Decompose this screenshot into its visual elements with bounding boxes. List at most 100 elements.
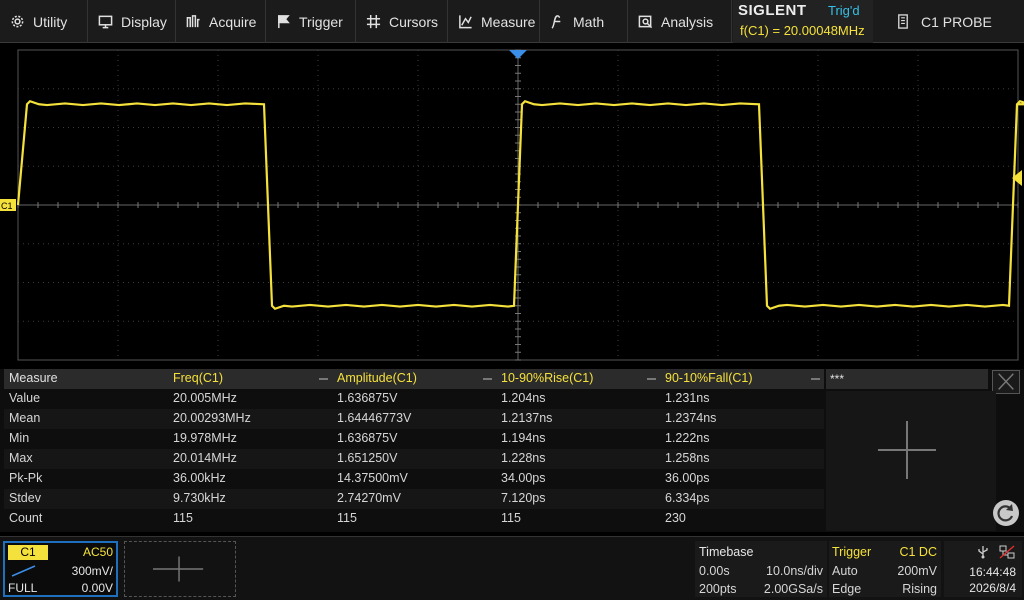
- measure-value: 6.334ps: [665, 491, 710, 505]
- column-menu-icon[interactable]: [319, 378, 328, 380]
- channel-1-marker-label: C1: [1, 201, 13, 211]
- measure-parameter-header: Amplitude(C1): [337, 371, 417, 385]
- measure-extra-header: ***: [826, 369, 988, 389]
- measure-value: 1.194ns: [501, 431, 546, 445]
- channel-1-offset: 0.00V: [81, 581, 113, 595]
- menu-display[interactable]: Display: [88, 0, 176, 43]
- measure-value: 230: [665, 511, 686, 525]
- menu-utility[interactable]: Utility: [0, 0, 88, 43]
- channel-1-scale: 300mV/: [71, 564, 113, 578]
- table-row: Min 19.978MHz 1.636875V 1.194ns 1.222ns: [4, 429, 824, 449]
- table-row: Mean 20.00293MHz 1.64446773V 1.2137ns 1.2374…: [4, 409, 824, 429]
- measure-value: 20.005MHz: [173, 391, 237, 405]
- trigger-type: Edge: [832, 582, 862, 596]
- add-measurement-area[interactable]: [826, 391, 996, 531]
- measure-value: 1.222ns: [665, 431, 710, 445]
- menu-utility-label: Utility: [33, 13, 68, 30]
- column-menu-icon[interactable]: [811, 378, 820, 380]
- network-icon: [999, 545, 1015, 559]
- menu-math-label: Math: [573, 13, 605, 30]
- measure-parameter-header: 10-90%Rise(C1): [501, 371, 594, 385]
- close-icon: [998, 373, 1014, 390]
- stat-label: Stdev: [9, 491, 41, 505]
- clock-date: 2026/8/4: [969, 581, 1016, 595]
- trigger-level: 200mV: [897, 564, 937, 578]
- measure-value: 14.37500mV: [337, 471, 408, 485]
- analysis-icon: [638, 15, 653, 29]
- timebase-title: Timebase: [699, 545, 754, 559]
- stat-label: Mean: [9, 411, 41, 425]
- trigger-status: Trig'd: [828, 3, 860, 18]
- gear-icon: [11, 15, 24, 28]
- brand-logo: SIGLENT: [738, 2, 807, 19]
- measure-value: 1.231ns: [665, 391, 710, 405]
- table-row: Max 20.014MHz 1.651250V 1.228ns 1.258ns: [4, 449, 824, 469]
- timebase-panel[interactable]: Timebase 0.00s 10.0ns/div 200pts 2.00GSa…: [695, 541, 827, 597]
- timebase-scale: 10.0ns/div: [766, 564, 823, 578]
- cursors-icon: [366, 14, 381, 29]
- measure-value: 2.74270mV: [337, 491, 401, 505]
- measure-value: 1.651250V: [337, 451, 398, 465]
- probe-label: C1 PROBE: [921, 13, 992, 30]
- measure-value: 20.014MHz: [173, 451, 237, 465]
- measure-value: 1.2374ns: [665, 411, 717, 425]
- monitor-icon: [98, 15, 113, 29]
- plus-icon: [153, 556, 204, 582]
- menu-measure[interactable]: Measure: [448, 0, 540, 43]
- timebase-points: 200pts: [699, 582, 737, 596]
- menu-acquire-label: Acquire: [209, 13, 257, 30]
- measure-value: 115: [173, 511, 193, 525]
- table-row: Pk-Pk 36.00kHz 14.37500mV 34.00ps 36.00ps: [4, 469, 824, 489]
- plus-icon: [878, 421, 936, 479]
- rotate-button[interactable]: [993, 500, 1019, 526]
- stat-label: Value: [9, 391, 41, 405]
- menu-cursors[interactable]: Cursors: [356, 0, 448, 43]
- menu-display-label: Display: [121, 13, 167, 30]
- probe-icon: [898, 14, 908, 29]
- add-channel-button[interactable]: [124, 541, 236, 597]
- stat-label: Min: [9, 431, 30, 445]
- table-row: Value 20.005MHz 1.636875V 1.204ns 1.231ns: [4, 389, 824, 409]
- usb-icon: [978, 546, 988, 559]
- table-row: Stdev 9.730kHz 2.74270mV 7.120ps 6.334ps: [4, 489, 824, 509]
- trigger-slope: Rising: [902, 582, 937, 596]
- measure-parameter-header: 90-10%Fall(C1): [665, 371, 753, 385]
- channel-probe-icon: [11, 565, 36, 577]
- measure-icon: [459, 15, 472, 29]
- stat-label: Max: [9, 451, 33, 465]
- measure-value: 1.204ns: [501, 391, 546, 405]
- measure-value: 1.258ns: [665, 451, 710, 465]
- channel-1-coupling: AC50: [82, 545, 113, 559]
- refresh-icon: [997, 504, 1014, 522]
- measure-value: 115: [337, 511, 357, 525]
- measure-value: 115: [501, 511, 521, 525]
- channel-1-tag: C1: [8, 545, 48, 560]
- column-menu-icon[interactable]: [483, 378, 492, 380]
- measure-value: 1.2137ns: [501, 411, 553, 425]
- stat-label: Pk-Pk: [9, 471, 43, 485]
- close-measure-button[interactable]: [992, 370, 1020, 394]
- column-menu-icon[interactable]: [647, 378, 656, 380]
- trigger-panel[interactable]: Trigger C1 DC Auto 200mV Edge Rising: [829, 541, 941, 597]
- menu-analysis-label: Analysis: [661, 13, 714, 30]
- measure-value: 36.00kHz: [173, 471, 226, 485]
- timebase-rate: 2.00GSa/s: [763, 582, 823, 596]
- status-panel: SIGLENT Trig'd f(C1) = 20.00048MHz: [733, 0, 873, 43]
- acquire-icon: [186, 15, 200, 28]
- measure-value: 1.64446773V: [337, 411, 412, 425]
- probe-button[interactable]: C1 PROBE: [885, 0, 1024, 43]
- table-row: Count 115 115 115 230: [4, 509, 824, 529]
- stat-label: Count: [9, 511, 43, 525]
- trigger-mode: Auto: [832, 564, 858, 578]
- waveform-display[interactable]: C1: [0, 44, 1024, 364]
- menu-cursors-label: Cursors: [389, 13, 439, 30]
- menu-analysis[interactable]: Analysis: [628, 0, 732, 43]
- menu-trigger[interactable]: Trigger: [266, 0, 356, 43]
- menu-acquire[interactable]: Acquire: [176, 0, 266, 43]
- measure-header-row[interactable]: Measure Freq(C1) Amplitude(C1) 10-90%Rise(C…: [4, 369, 824, 389]
- clock-panel: 16:44:48 2026/8/4: [944, 541, 1022, 597]
- menu-math[interactable]: Math: [540, 0, 628, 43]
- measure-value: 1.228ns: [501, 451, 546, 465]
- math-icon: [551, 15, 561, 29]
- channel-1-panel[interactable]: C1 AC50 300mV/ FULL 0.00V: [3, 541, 118, 597]
